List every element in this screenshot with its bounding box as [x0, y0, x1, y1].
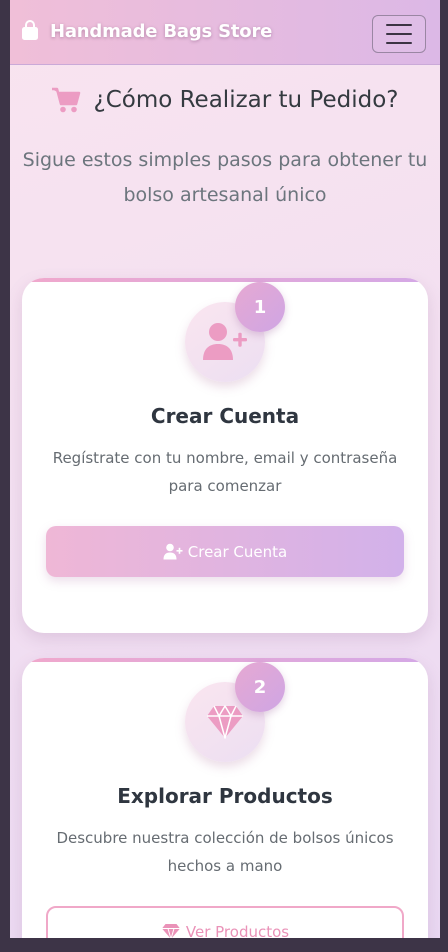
shopping-cart-icon: [52, 87, 81, 113]
hamburger-line: [386, 33, 412, 35]
step-title: Crear Cuenta: [150, 404, 300, 428]
step-description: Descubre nuestra colección de bolsos úni…: [56, 829, 394, 875]
shopping-bag-icon: [22, 20, 38, 40]
view-products-button[interactable]: Ver Productos: [46, 906, 404, 938]
user-plus-icon: [203, 323, 247, 360]
step-title: Explorar Productos: [117, 784, 333, 808]
navbar: Handmade Bags Store: [10, 0, 440, 65]
view-products-button-label: Ver Productos: [185, 922, 290, 939]
brand-link[interactable]: Handmade Bags Store: [20, 20, 272, 42]
create-account-button[interactable]: Crear Cuenta: [46, 526, 404, 577]
create-account-button-label: Crear Cuenta: [187, 542, 288, 561]
step-card: 1 Crear Cuenta Regístrate con tu nombre,…: [22, 278, 428, 633]
page-title-text: ¿Cómo Realizar tu Pedido?: [93, 87, 399, 113]
navbar-toggle-button[interactable]: [372, 15, 426, 53]
step-number-badge: 1: [235, 282, 285, 332]
page-subtitle: Sigue estos simples pasos para obtener t…: [22, 149, 428, 206]
brand-name: Handmade Bags Store: [50, 20, 273, 42]
page-title: ¿Cómo Realizar tu Pedido?: [10, 86, 440, 114]
hamburger-line: [386, 42, 412, 44]
step-number-badge: 2: [235, 662, 285, 712]
hamburger-menu-icon: [386, 24, 412, 26]
app-viewport: Handmade Bags Store ¿Cómo Realizar tu Pe…: [10, 0, 440, 938]
step-card: 2 Explorar Productos Descubre nuestra co…: [22, 658, 428, 938]
step-description: Regístrate con tu nombre, email y contra…: [52, 449, 398, 495]
user-plus-icon: [163, 543, 183, 560]
gem-icon: [207, 705, 243, 739]
gem-icon: [161, 924, 180, 938]
